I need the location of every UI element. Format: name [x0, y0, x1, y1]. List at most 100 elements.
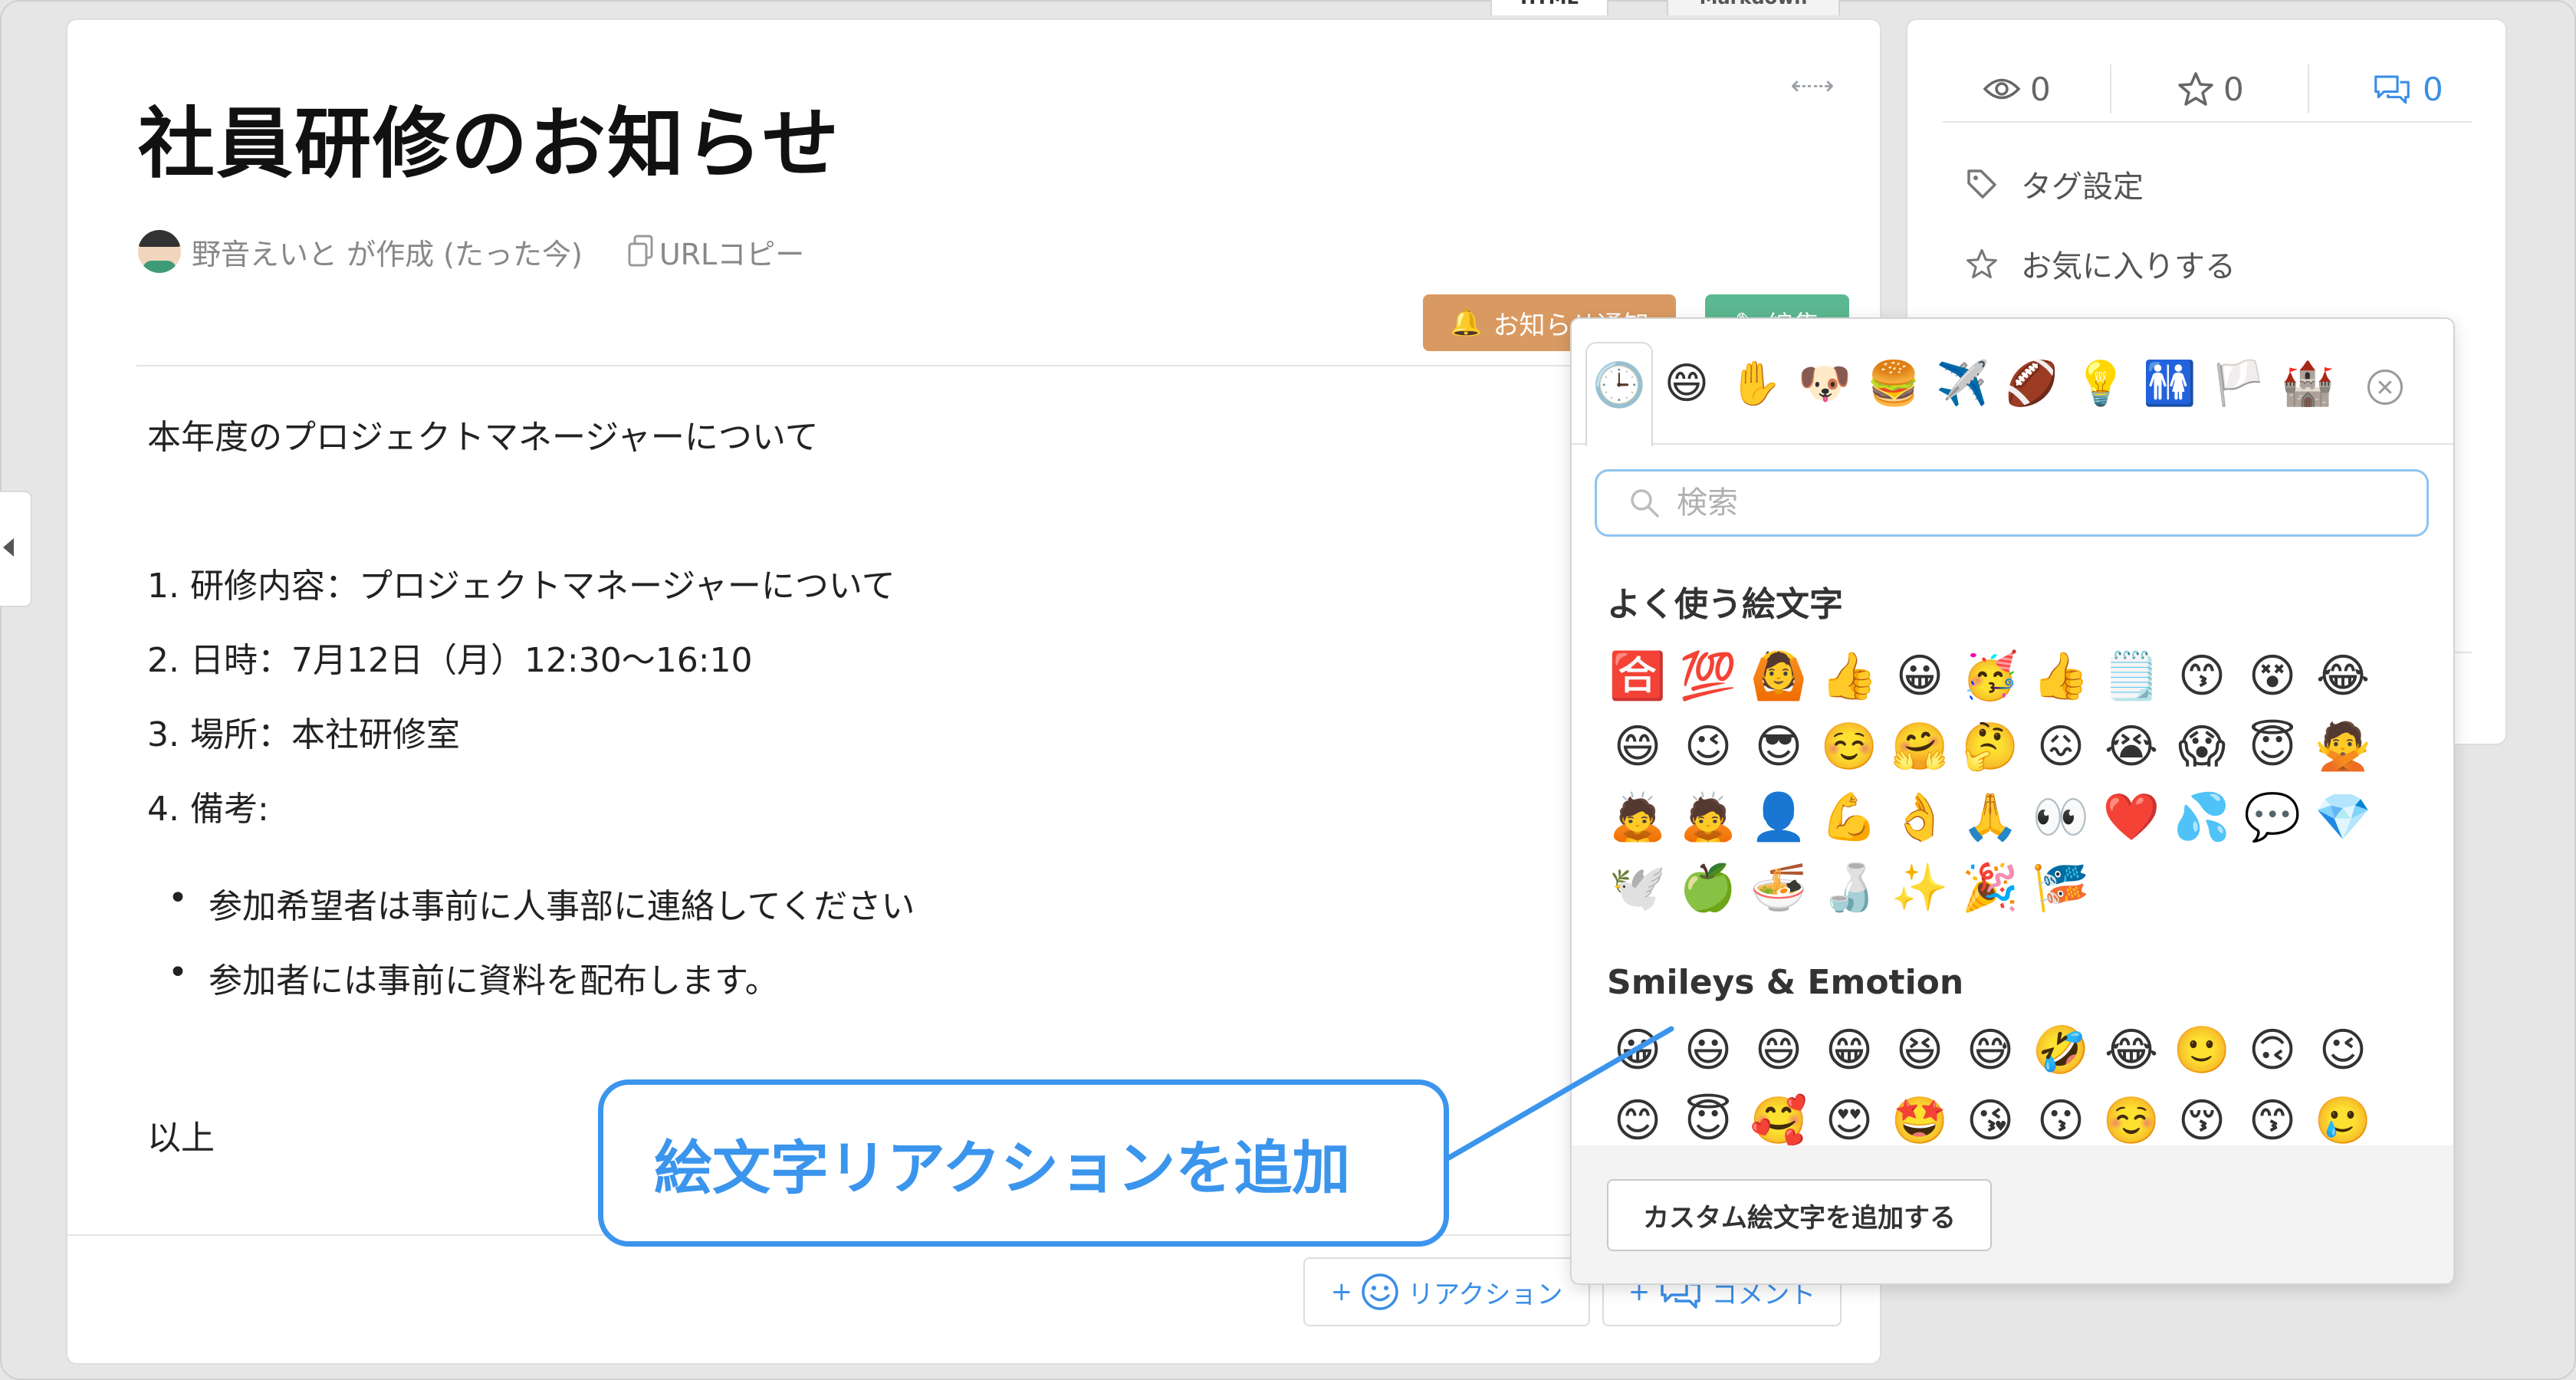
ordered-list: 1. 研修内容：プロジェクトマネージャーについて 2. 日時：7月12日（月）1… [147, 558, 895, 856]
emoji-button[interactable]: 😎 [1743, 711, 1814, 782]
emoji-button[interactable]: 😂 [2308, 641, 2378, 711]
emoji-button[interactable]: 😊 [1602, 1086, 1673, 1145]
emoji-button[interactable]: 🥳 [1955, 641, 2026, 711]
emoji-button[interactable]: 💦 [2167, 782, 2237, 853]
close-icon[interactable]: ✕ [2367, 370, 2403, 405]
category-smileys-icon[interactable]: 😄 [1654, 342, 1719, 443]
emoji-button[interactable]: 😉 [1673, 711, 1743, 782]
emoji-button[interactable]: 🍶 [1814, 853, 1884, 923]
favorite-link[interactable]: お気に入りする [1966, 241, 2236, 287]
emoji-button[interactable]: 🙃 [2237, 1015, 2308, 1086]
emoji-button[interactable]: 💎 [2308, 782, 2378, 853]
emoji-search-input[interactable] [1675, 485, 2368, 521]
tab-html[interactable]: HTML [1490, 0, 1608, 15]
list-item: • 参加者には事前に資料を配布します。 [147, 953, 915, 1027]
emoji-button[interactable]: 🙏 [1955, 782, 2026, 853]
emoji-button[interactable]: 🙇 [1602, 782, 1673, 853]
emoji-button[interactable]: 😀 [1602, 1015, 1673, 1086]
emoji-button[interactable]: ☺️ [1814, 711, 1884, 782]
emoji-button[interactable]: 🕊️ [1602, 853, 1673, 923]
category-people-icon[interactable]: ✋ [1723, 342, 1788, 443]
emoji-button[interactable]: 🍜 [1743, 853, 1814, 923]
emoji-button[interactable]: 🥰 [1743, 1086, 1814, 1145]
emoji-search-field[interactable] [1595, 469, 2429, 537]
category-objects-icon[interactable]: 💡 [2068, 342, 2133, 443]
comment-icon [2374, 75, 2410, 104]
emoji-button[interactable]: 💯 [1673, 641, 1743, 711]
sidebar-collapse-handle[interactable] [0, 491, 32, 607]
emoji-button[interactable]: 🙅 [2308, 711, 2378, 782]
emoji-button[interactable]: 😱 [2167, 711, 2237, 782]
plus-icon: + [1330, 1276, 1353, 1307]
expand-arrows-icon[interactable]: ⇠⇢ [1785, 71, 1840, 101]
emoji-button[interactable]: 😂 [2096, 1015, 2167, 1086]
emoji-button[interactable]: 👀 [2026, 782, 2096, 853]
emoji-button[interactable]: 🤔 [1955, 711, 2026, 782]
category-travel-icon[interactable]: ✈️ [1930, 342, 1995, 443]
copy-url-link[interactable]: URLコピー [626, 231, 804, 273]
category-animals-icon[interactable]: 🐶 [1792, 342, 1857, 443]
emoji-button[interactable]: 👤 [1743, 782, 1814, 853]
emoji-button[interactable]: ☺️ [2096, 1086, 2167, 1145]
emoji-button[interactable]: 🙆 [1743, 641, 1814, 711]
emoji-button[interactable]: 😄 [1602, 711, 1673, 782]
tag-settings-link[interactable]: タグ設定 [1966, 161, 2144, 207]
add-reaction-button[interactable]: + リアクション [1303, 1257, 1590, 1326]
emoji-button[interactable]: 😵 [2237, 641, 2308, 711]
emoji-button[interactable]: 🍏 [1673, 853, 1743, 923]
category-flags-icon[interactable]: 🏳️ [2206, 342, 2271, 443]
add-custom-emoji-button[interactable]: カスタム絵文字を追加する [1607, 1179, 1992, 1251]
emoji-button[interactable]: 😙 [2167, 641, 2237, 711]
star-count[interactable]: 0 [2177, 64, 2244, 113]
emoji-button[interactable]: 🙂 [2167, 1015, 2237, 1086]
emoji-button[interactable]: 😉 [2308, 1015, 2378, 1086]
emoji-button[interactable]: 😍 [1814, 1086, 1884, 1145]
emoji-button[interactable]: 💪 [1814, 782, 1884, 853]
category-custom-icon[interactable]: 🏰 [2275, 342, 2340, 443]
emoji-button[interactable]: 😃 [1673, 1015, 1743, 1086]
category-food-icon[interactable]: 🍔 [1861, 342, 1926, 443]
emoji-button[interactable]: 🤗 [1884, 711, 1955, 782]
emoji-button[interactable]: 🈴 [1602, 641, 1673, 711]
tag-icon [1967, 169, 1996, 199]
tab-markdown[interactable]: Markdown [1667, 0, 1840, 15]
emoji-button[interactable]: 👍 [2026, 641, 2096, 711]
emoji-button[interactable]: ✨ [1884, 853, 1955, 923]
star-icon [2178, 72, 2213, 106]
emoji-button[interactable]: 🎏 [2026, 853, 2096, 923]
emoji-button[interactable]: 😭 [2096, 711, 2167, 782]
emoji-button[interactable]: 😙 [2237, 1086, 2308, 1145]
emoji-button[interactable]: 😄 [1743, 1015, 1814, 1086]
article-outro: 以上 [147, 1119, 215, 1158]
emoji-button[interactable]: 👍 [1814, 641, 1884, 711]
emoji-button[interactable]: 😇 [1673, 1086, 1743, 1145]
emoji-button[interactable]: 😘 [1955, 1086, 2026, 1145]
emoji-button[interactable]: 😁 [1814, 1015, 1884, 1086]
avatar[interactable] [138, 230, 181, 273]
category-symbols-icon[interactable]: 🚻 [2137, 342, 2202, 443]
emoji-button[interactable]: 🤣 [2026, 1015, 2096, 1086]
emoji-button[interactable]: 🙇 [1673, 782, 1743, 853]
emoji-button[interactable]: 🤩 [1884, 1086, 1955, 1145]
author-label[interactable]: 野音えいと が作成 (たった今) [192, 231, 583, 273]
emoji-button[interactable]: 🥲 [2308, 1086, 2378, 1145]
copy-url-label: URLコピー [659, 237, 805, 271]
emoji-button[interactable]: 💬 [2237, 782, 2308, 853]
category-recent-icon[interactable]: 🕒 [1585, 342, 1653, 446]
comment-count[interactable]: 0 [2371, 64, 2443, 113]
emoji-button[interactable]: 🗒️ [2096, 641, 2167, 711]
emoji-button[interactable]: 😖 [2026, 711, 2096, 782]
emoji-button[interactable]: 🎉 [1955, 853, 2026, 923]
view-count[interactable]: 0 [1983, 64, 2051, 113]
emoji-button[interactable]: 😚 [2167, 1086, 2237, 1145]
emoji-button[interactable]: 😇 [2237, 711, 2308, 782]
category-activities-icon[interactable]: 🏈 [1999, 342, 2064, 443]
emoji-button[interactable]: 😆 [1884, 1015, 1955, 1086]
emoji-button[interactable]: 👌 [1884, 782, 1955, 853]
emoji-button[interactable]: 😗 [2026, 1086, 2096, 1145]
emoji-picker: 🕒 😄 ✋ 🐶 🍔 ✈️ 🏈 💡 🚻 🏳️ 🏰 ✕ よく使う絵文字 🈴💯🙆👍😀🥳… [1570, 317, 2455, 1285]
smileys-scroll-area[interactable]: 😀 😃 😄 😁 😆 😅 🤣 😂 🙂 🙃 😉 😊 😇 🥰 😍 🤩 😘 😗 ☺️ 😚 😙 🥲 [1572, 1015, 2453, 1145]
emoji-button[interactable]: 😀 [1884, 641, 1955, 711]
emoji-button[interactable]: ❤️ [2096, 782, 2167, 853]
emoji-button[interactable]: 😅 [1955, 1015, 2026, 1086]
